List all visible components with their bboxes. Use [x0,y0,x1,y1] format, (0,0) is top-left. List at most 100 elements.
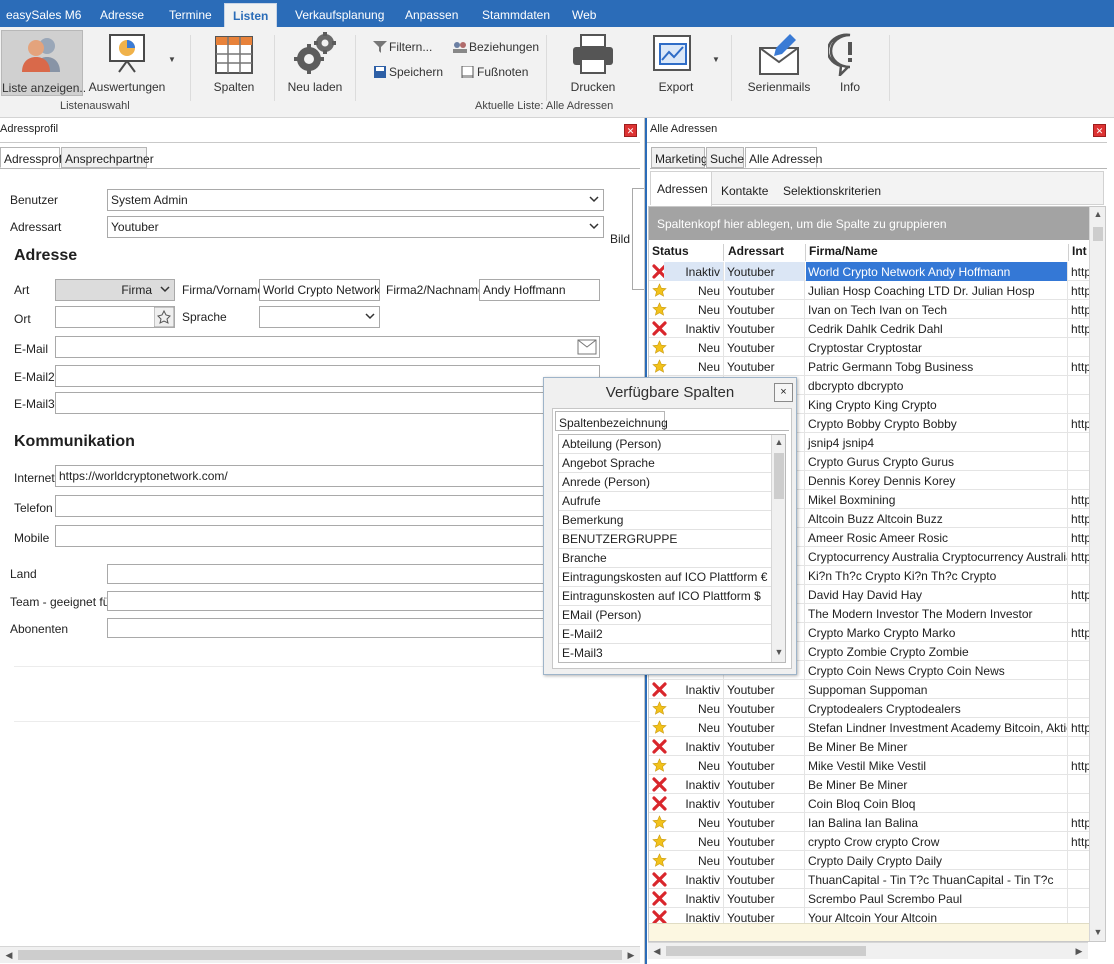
benutzer-select[interactable]: System Admin [107,189,604,211]
adressart-select[interactable]: Youtuber [107,216,604,238]
scroll-up-icon[interactable]: ▲ [1091,209,1105,219]
auswertungen-dropdown-icon[interactable]: ▼ [168,55,176,64]
table-row[interactable]: Inaktiv Youtuber Be Miner Be Miner [649,775,1091,794]
subtab-adressen[interactable]: Adressen [651,172,712,206]
telefon-input[interactable] [55,495,600,517]
list-item[interactable]: Angebot Sprache [559,454,771,473]
column-header-adressart[interactable]: Adressart [725,244,806,261]
close-icon[interactable]: ✕ [1093,124,1106,137]
scroll-up-icon[interactable]: ▲ [772,437,785,447]
tab-spaltenbezeichnung[interactable]: Spaltenbezeichnung [555,411,668,431]
filtern-button[interactable]: Filtern... [373,40,432,54]
table-row[interactable]: Neu Youtuber Patric Germann Tobg Business h… [649,357,1091,376]
table-row[interactable]: Neu Youtuber Julian Hosp Coaching LTD Dr. … [649,281,1091,300]
internet-input[interactable]: https://worldcryptonetwork.com/ [55,465,600,487]
export-dropdown-icon[interactable]: ▼ [712,55,720,64]
group-panel[interactable]: Spaltenkopf hier ablegen, um die Spalte … [649,207,1089,240]
bild-frame[interactable] [632,188,644,290]
spalten-button[interactable]: Spalten [203,30,265,96]
dialog-close-button[interactable]: × [774,383,793,402]
tab-suche[interactable]: Suche [706,147,744,168]
list-item[interactable]: Abteilung (Person) [559,435,771,454]
table-row[interactable]: Inaktiv Youtuber Suppoman Suppoman [649,680,1091,699]
info-button[interactable]: Info [822,30,878,96]
table-row[interactable]: Inaktiv Youtuber ThuanCapital - Tin T?c Th… [649,870,1091,889]
scroll-right-icon[interactable]: ▶ [1072,946,1086,957]
subtab-kontakte[interactable]: Kontakte [721,184,768,198]
speichern-button[interactable]: Speichern [373,65,443,79]
list-item[interactable]: EMail (Person) [559,606,771,625]
scroll-thumb[interactable] [666,946,866,956]
tab-adresse[interactable]: Adresse [100,8,144,22]
grid-horizontal-scrollbar[interactable]: ◀ ▶ [648,942,1088,959]
serienmails-button[interactable]: Serienmails [744,30,814,96]
scroll-right-icon[interactable]: ▶ [624,950,638,961]
horizontal-scrollbar[interactable]: ◀ ▶ [0,946,640,963]
column-header-status[interactable]: Status [649,244,724,261]
close-icon[interactable]: ✕ [624,124,637,137]
tab-verkaufsplanung[interactable]: Verkaufsplanung [295,8,384,22]
list-item[interactable]: Aufrufe [559,492,771,511]
scroll-left-icon[interactable]: ◀ [650,946,664,957]
fussnoten-button[interactable]: Fußnoten [461,65,528,79]
list-item[interactable]: Eintragunskosten auf ICO Plattform $ [559,587,771,606]
table-row[interactable]: Neu Youtuber Ivan on Tech Ivan on Tech http [649,300,1091,319]
scroll-down-icon[interactable]: ▼ [1091,927,1105,937]
tab-web[interactable]: Web [572,8,596,22]
table-row[interactable]: Inaktiv Youtuber Cedrik Dahlk Cedrik Dahl h… [649,319,1091,338]
table-row[interactable]: Neu Youtuber Cryptodealers Cryptodealers [649,699,1091,718]
subtab-selektionskriterien[interactable]: Selektionskriterien [783,184,881,198]
table-row[interactable]: Inaktiv Youtuber World Crypto Network Andy… [649,262,1091,281]
dialog-scrollbar[interactable]: ▲ ▼ [771,435,785,662]
email2-input[interactable] [55,365,600,387]
scroll-thumb[interactable] [774,453,784,499]
tab-listen[interactable]: Listen [224,3,278,27]
neu-laden-button[interactable]: Neu laden [283,30,347,96]
ort-input[interactable] [55,306,175,328]
land-input[interactable] [107,564,600,584]
tab-alle-adressen[interactable]: Alle Adressen [745,147,822,168]
table-row[interactable]: Neu Youtuber Cryptostar Cryptostar [649,338,1091,357]
beziehungen-button[interactable]: Beziehungen [453,40,539,54]
list-item[interactable]: Bemerkung [559,511,771,530]
table-row[interactable]: Inaktiv Youtuber Coin Bloq Coin Bloq [649,794,1091,813]
app-title[interactable]: easySales M6 [6,8,81,22]
drucken-button[interactable]: Drucken [560,30,626,96]
tab-stammdaten[interactable]: Stammdaten [482,8,550,22]
table-row[interactable]: Neu Youtuber Stefan Lindner Investment Aca… [649,718,1091,737]
email3-input[interactable] [55,392,600,414]
scroll-thumb[interactable] [18,950,622,960]
location-search-icon[interactable] [154,307,174,327]
tab-adressprofil[interactable]: Adressprofil [0,147,67,168]
column-header-firma-name[interactable]: Firma/Name [806,244,1069,261]
list-item[interactable]: E-Mail3 [559,644,771,662]
tab-termine[interactable]: Termine [169,8,212,22]
list-item[interactable]: BENUTZERGRUPPE [559,530,771,549]
list-item[interactable]: Anrede (Person) [559,473,771,492]
scroll-thumb[interactable] [1093,227,1103,241]
tab-anpassen[interactable]: Anpassen [405,8,458,22]
list-item[interactable]: Eintragungskosten auf ICO Plattform € [559,568,771,587]
abonenten-input[interactable] [107,618,600,638]
mobile-input[interactable] [55,525,600,547]
table-row[interactable]: Neu Youtuber Ian Balina Ian Balina http [649,813,1091,832]
table-row[interactable]: Inaktiv Youtuber Scrembo Paul Scrembo Paul [649,889,1091,908]
table-row[interactable]: Neu Youtuber crypto Crow crypto Crow http [649,832,1091,851]
firma2-nachname-input[interactable]: Andy Hoffmann [479,279,600,301]
scroll-left-icon[interactable]: ◀ [2,950,16,961]
table-row[interactable]: Inaktiv Youtuber Be Miner Be Miner [649,737,1091,756]
scroll-down-icon[interactable]: ▼ [772,647,785,657]
vertical-scrollbar[interactable]: ▲ ▼ [1089,207,1105,941]
list-item[interactable]: E-Mail2 [559,625,771,644]
export-button[interactable]: Export [644,30,708,96]
column-header-internet[interactable]: Int [1069,244,1091,261]
firma-vorname-input[interactable]: World Crypto Network [259,279,380,301]
team-input[interactable] [107,591,600,611]
envelope-icon[interactable] [577,338,597,356]
tab-marketing[interactable]: Marketing [651,147,708,168]
auswertungen-button[interactable]: Auswertungen [88,30,166,96]
tab-ansprechpartner[interactable]: Ansprechpartner [61,147,154,168]
sprache-select[interactable] [259,306,380,328]
email-input[interactable] [55,336,600,358]
liste-anzeigen-button[interactable]: Liste anzeigen.. [1,30,86,96]
